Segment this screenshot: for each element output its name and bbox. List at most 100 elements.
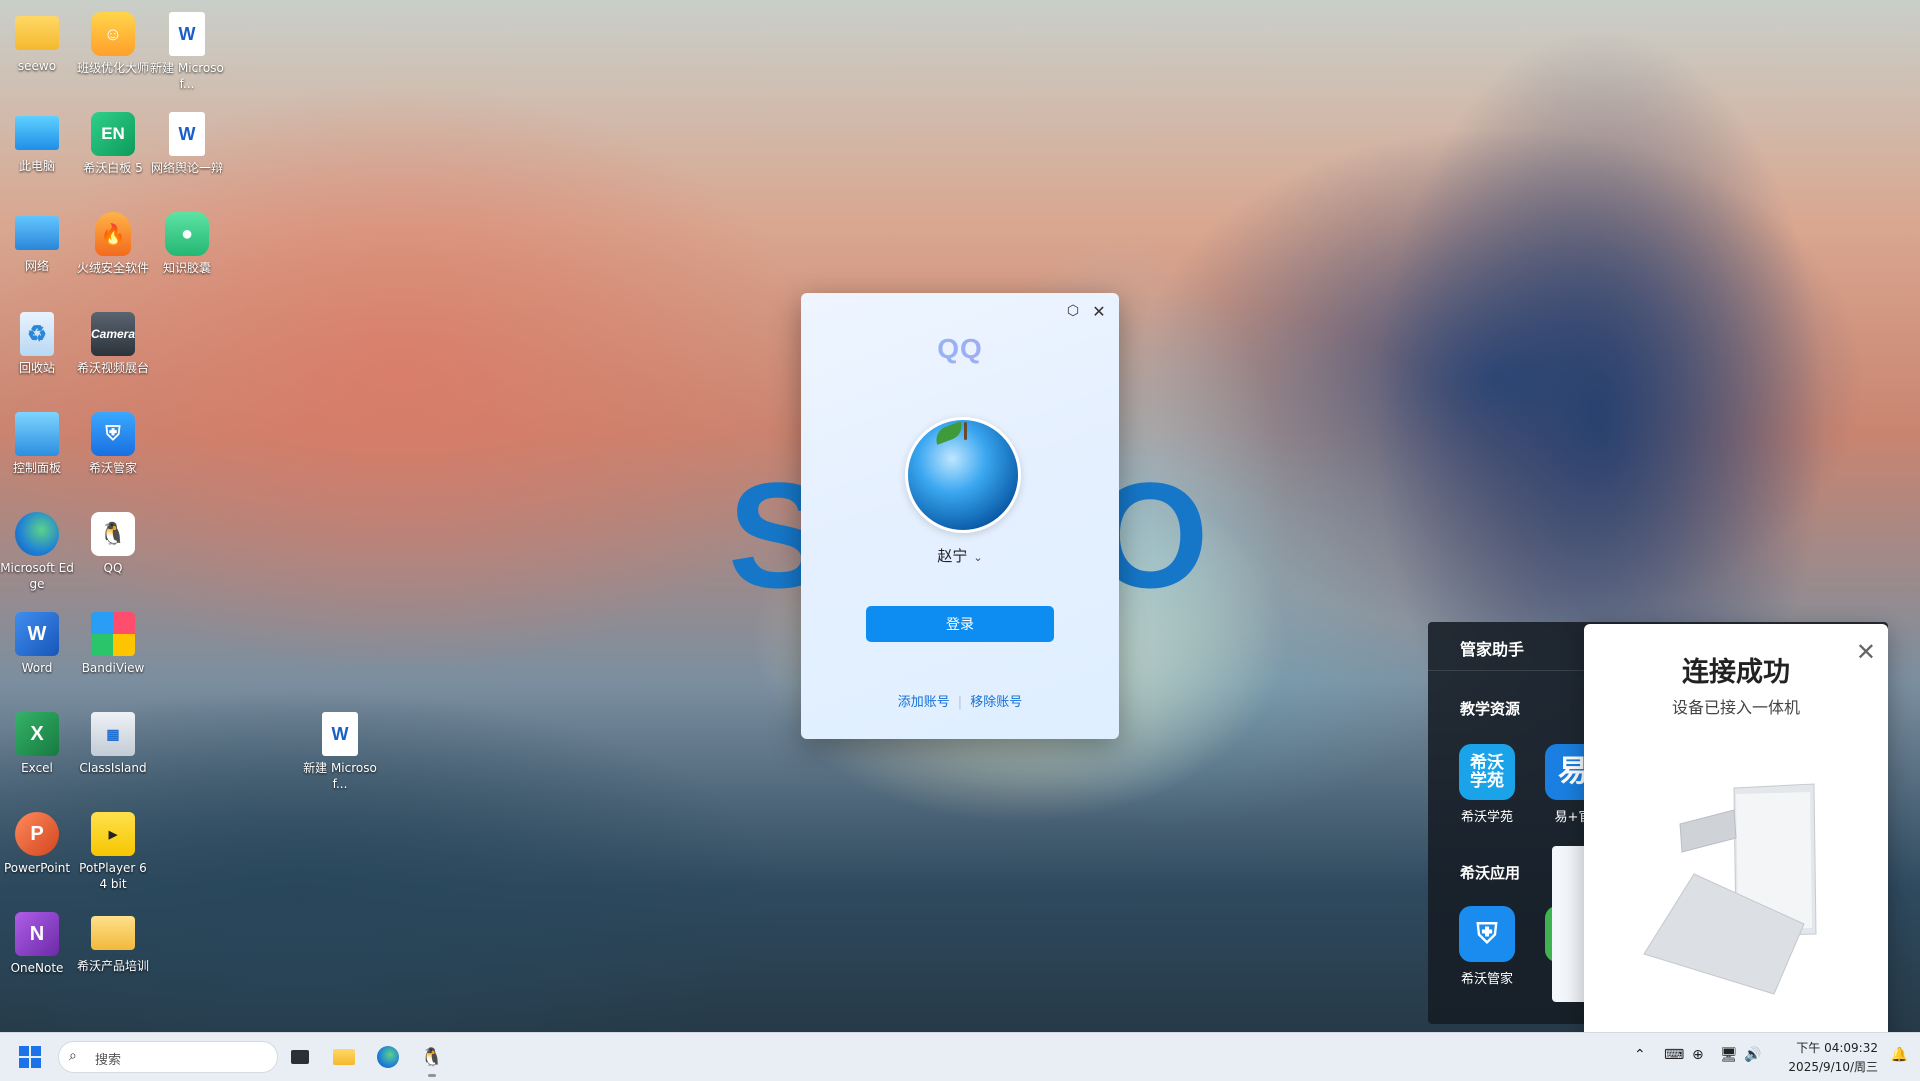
desktop-icon-knowledge-capsule[interactable]: ● 知识胶囊 [150,206,224,276]
desktop-icon-recycle-bin[interactable]: ♻ 回收站 [0,306,74,376]
language-icon[interactable]: ⊕ [1692,1047,1704,1063]
desktop-icon-debate-doc[interactable]: W 网络舆论一辩 [150,106,224,176]
qq-penguin-icon: 🐧 [91,512,135,556]
onenote-icon: N [15,912,59,956]
panel-title: 管家助手 [1460,640,1525,659]
desktop-icon-label: 知识胶囊 [162,261,211,275]
desktop-icon-seewo-whiteboard[interactable]: EN 希沃白板 5 [76,106,150,176]
desktop-icon-bandiview[interactable]: BandiView [76,606,150,676]
flame-shield-icon: 🔥 [95,212,131,256]
desktop-icon-label: 此电脑 [18,159,55,173]
excel-icon: X [15,712,59,756]
account-selector[interactable]: 赵宁 ⌄ [801,545,1119,566]
add-account-link[interactable]: 添加账号 [898,695,950,710]
network-icon[interactable]: 🖥 [1720,1047,1738,1063]
desktop-icon-edge[interactable]: Microsoft Edge [0,506,74,592]
desktop-icon-label: seewo [17,59,57,73]
device-illustration [1643,783,1817,995]
desktop-icon-label: 希沃产品培训 [76,959,149,973]
whiteboard-en-icon: EN [91,112,135,156]
desktop-icon-label: Word [21,661,53,675]
desktop-icon-label: 希沃视频展台 [76,361,149,375]
desktop-icon-this-pc[interactable]: 此电脑 [0,106,74,174]
desktop-icon-new-word-doc-1[interactable]: W 新建 Microsof... [150,6,224,92]
system-tray: ⌃ ⌨ ⊕ 🖥 🔊 下午 04:09:32 2025/9/10/周三 🔔 [1620,1033,1920,1081]
windows-icon [19,1046,41,1068]
avatar[interactable] [905,417,1021,533]
desktop-icon-classisland[interactable]: ▦ ClassIsland [76,706,150,776]
taskbar-search[interactable]: ⌕ 搜索 [58,1041,278,1073]
desktop-icon-label: Excel [21,761,53,775]
taskbar: ⌕ 搜索 🐧 ⌃ ⌨ ⊕ 🖥 🔊 下午 04:09:32 2025/9/10/周… [0,1032,1920,1081]
file-explorer-button[interactable] [328,1041,360,1073]
desktop-icon-qq[interactable]: 🐧 QQ [76,506,150,576]
desktop-icon-class-optimizer[interactable]: ☺ 班级优化大师 [76,6,150,76]
qq-taskbar-button[interactable]: 🐧 [416,1041,448,1077]
recycle-bin-icon: ♻ [20,312,54,356]
apple-stem [964,422,967,440]
start-button[interactable] [14,1041,46,1073]
desktop-icon-label: 网络 [24,259,49,273]
login-button[interactable]: 登录 [866,606,1054,642]
desktop-icon-excel[interactable]: X Excel [0,706,74,776]
classisland-icon: ▦ [91,712,135,756]
search-placeholder: 搜索 [95,1053,122,1068]
clock-time[interactable]: 下午 04:09:32 [1796,1039,1878,1056]
desktop-icon-seewo-training[interactable]: 希沃产品培训 [76,906,150,974]
folder-icon [91,916,135,950]
word-document-icon: W [169,112,205,156]
desktop-icon-label: 新建 Microsof... [303,761,377,791]
shield-icon: ⛨ [91,412,135,456]
desktop-icon-word[interactable]: W Word [0,606,74,676]
app-seewo-academy[interactable]: 希沃 学苑 希沃学苑 [1452,744,1522,825]
desktop-icon-huorong[interactable]: 🔥 火绒安全软件 [76,206,150,276]
edge-icon [377,1046,399,1068]
class-optimizer-icon: ☺ [91,12,135,56]
desktop-icon-label: OneNote [10,961,64,975]
word-document-icon: W [322,712,358,756]
link-separator: | [957,695,963,710]
folder-icon [333,1049,355,1065]
remove-account-link[interactable]: 移除账号 [970,695,1022,710]
clock-date[interactable]: 2025/9/10/周三 [1788,1058,1878,1075]
task-view-icon [291,1050,309,1064]
desktop-icon-label: ClassIsland [79,761,147,775]
desktop-icon-seewo[interactable]: seewo [0,6,74,74]
desktop-icon-label: 班级优化大师 [76,61,149,75]
desktop-icon-label: BandiView [81,661,145,675]
powerpoint-icon: P [15,812,59,856]
settings-icon[interactable]: ⬡ [1061,299,1085,323]
edge-button[interactable] [372,1041,404,1073]
chevron-up-icon[interactable]: ⌃ [1634,1047,1646,1063]
search-icon: ⌕ [69,1048,77,1064]
capsule-icon: ● [165,212,209,256]
notification-bell-icon[interactable]: 🔔 [1891,1047,1908,1063]
desktop-icon-potplayer[interactable]: ▶ PotPlayer 64 bit [76,806,150,892]
word-document-icon: W [169,12,205,56]
desktop-icon-label: Microsoft Edge [0,561,74,591]
desktop-icon-video-booth[interactable]: Camera 希沃视频展台 [76,306,150,376]
desktop-icon-network[interactable]: 网络 [0,206,74,274]
close-icon[interactable]: ✕ [1087,299,1111,323]
desktop-icon-label: 火绒安全软件 [76,261,149,275]
desktop-icon-onenote[interactable]: N OneNote [0,906,74,976]
app-seewo-manager[interactable]: ⛨ 希沃管家 [1452,906,1522,987]
chevron-down-icon: ⌄ [973,551,983,564]
section-title-seewo-apps: 希沃应用 [1460,864,1521,882]
keyboard-icon[interactable]: ⌨ [1664,1047,1684,1063]
shield-icon: ⛨ [1459,906,1515,962]
desktop-icon-label: 希沃管家 [88,461,137,475]
desktop-icon-label: 希沃白板 5 [83,161,143,175]
desktop-icon-powerpoint[interactable]: P PowerPoint [0,806,74,876]
volume-icon[interactable]: 🔊 [1744,1047,1761,1063]
desktop-icon-new-word-doc-2[interactable]: W 新建 Microsof... [303,706,377,792]
desktop-icon-seewo-manager[interactable]: ⛨ 希沃管家 [76,406,150,476]
desktop-icon-control-panel[interactable]: 控制面板 [0,406,74,476]
desktop-icon-label: 控制面板 [12,461,61,475]
word-icon: W [15,612,59,656]
app-label: 希沃学苑 [1460,810,1513,825]
qq-penguin-icon: 🐧 [420,1046,444,1068]
camera-icon: Camera [91,312,135,356]
qq-login-dialog: ⬡ ✕ QQ 赵宁 ⌄ 登录 添加账号 | 移除账号 [801,293,1119,739]
task-view-button[interactable] [284,1041,316,1073]
